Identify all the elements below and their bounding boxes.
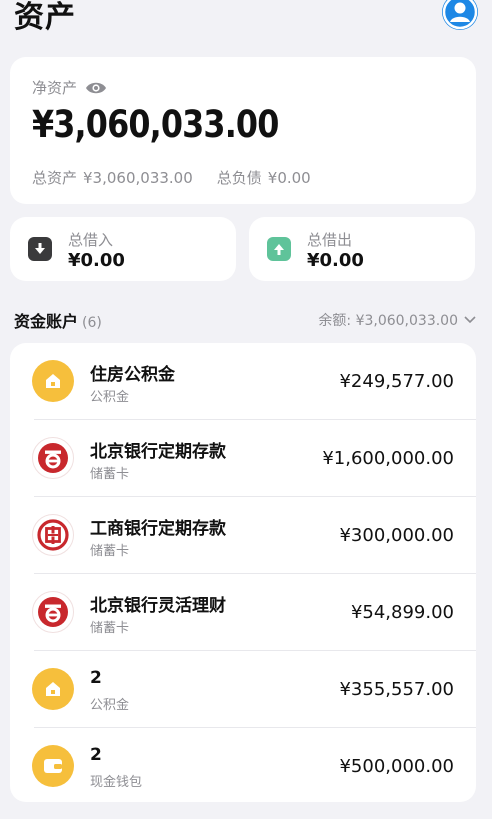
bank-of-beijing-icon bbox=[32, 591, 74, 633]
page-title: 资产 bbox=[14, 0, 76, 35]
account-amount: ¥1,600,000.00 bbox=[322, 448, 454, 469]
account-row[interactable]: 工商银行定期存款 储蓄卡 ¥300,000.00 bbox=[10, 497, 476, 574]
accounts-section-header: 资金账户 (6) 余额: ¥3,060,033.00 bbox=[14, 308, 476, 332]
chevron-down-icon bbox=[464, 316, 476, 324]
account-name: 工商银行定期存款 bbox=[90, 519, 226, 539]
wallet-icon bbox=[32, 745, 74, 787]
account-row[interactable]: 2 公积金 ¥355,557.00 bbox=[10, 651, 476, 728]
account-type: 现金钱包 bbox=[90, 775, 143, 790]
account-amount: ¥54,899.00 bbox=[350, 602, 454, 623]
borrow-out-value: ¥0.00 bbox=[307, 250, 364, 271]
accounts-list: 住房公积金 公积金 ¥249,577.00 北京银行定期存款 储蓄卡 ¥1,60… bbox=[10, 343, 476, 802]
net-assets-value: ¥3,060,033.00 bbox=[32, 103, 279, 146]
balance-text: 余额: ¥3,060,033.00 bbox=[318, 313, 458, 329]
account-row[interactable]: 北京银行灵活理财 储蓄卡 ¥54,899.00 bbox=[10, 574, 476, 651]
housing-fund-icon bbox=[32, 360, 74, 402]
total-liabilities: 总负债 ¥0.00 bbox=[217, 167, 311, 188]
account-name: 北京银行定期存款 bbox=[90, 442, 226, 462]
total-assets: 总资产 ¥3,060,033.00 bbox=[32, 167, 193, 188]
account-row[interactable]: 住房公积金 公积金 ¥249,577.00 bbox=[10, 343, 476, 420]
account-type: 公积金 bbox=[90, 390, 130, 405]
account-name: 北京银行灵活理财 bbox=[90, 596, 226, 616]
account-name: 2 bbox=[90, 668, 102, 688]
account-type: 储蓄卡 bbox=[90, 467, 130, 482]
housing-fund-icon bbox=[32, 668, 74, 710]
icbc-icon bbox=[32, 514, 74, 556]
borrow-in-label: 总借入 bbox=[68, 231, 114, 249]
eye-icon[interactable] bbox=[85, 81, 107, 95]
borrow-in-value: ¥0.00 bbox=[68, 250, 125, 271]
section-title: 资金账户 bbox=[14, 312, 79, 331]
balance-dropdown[interactable]: 余额: ¥3,060,033.00 bbox=[318, 310, 476, 330]
account-amount: ¥300,000.00 bbox=[339, 525, 454, 546]
avatar[interactable] bbox=[442, 0, 478, 30]
arrow-down-icon bbox=[28, 237, 52, 261]
account-type: 储蓄卡 bbox=[90, 544, 130, 559]
net-assets-label: 净资产 bbox=[32, 79, 78, 97]
account-type: 储蓄卡 bbox=[90, 621, 130, 636]
user-icon bbox=[442, 0, 478, 30]
account-name: 2 bbox=[90, 745, 102, 765]
total-liabilities-label: 总负债 bbox=[216, 169, 262, 187]
borrow-out-card[interactable]: 总借出 ¥0.00 bbox=[249, 217, 475, 281]
account-row[interactable]: 2 现金钱包 ¥500,000.00 bbox=[10, 728, 476, 805]
account-amount: ¥355,557.00 bbox=[339, 679, 454, 700]
account-amount: ¥500,000.00 bbox=[339, 756, 454, 777]
net-assets-card[interactable]: 净资产 ¥3,060,033.00 总资产 ¥3,060,033.00 总负债 ¥0… bbox=[10, 57, 476, 204]
total-assets-value: ¥3,060,033.00 bbox=[83, 169, 193, 187]
arrow-up-icon bbox=[267, 237, 291, 261]
account-amount: ¥249,577.00 bbox=[339, 371, 454, 392]
borrow-in-card[interactable]: 总借入 ¥0.00 bbox=[10, 217, 236, 281]
total-liabilities-value: ¥0.00 bbox=[267, 169, 311, 187]
borrow-out-label: 总借出 bbox=[307, 231, 353, 249]
account-row[interactable]: 北京银行定期存款 储蓄卡 ¥1,600,000.00 bbox=[10, 420, 476, 497]
account-type: 公积金 bbox=[90, 698, 130, 713]
bank-of-beijing-icon bbox=[32, 437, 74, 479]
total-assets-label: 总资产 bbox=[32, 169, 78, 187]
account-name: 住房公积金 bbox=[90, 365, 175, 385]
section-count: (6) bbox=[82, 315, 102, 331]
